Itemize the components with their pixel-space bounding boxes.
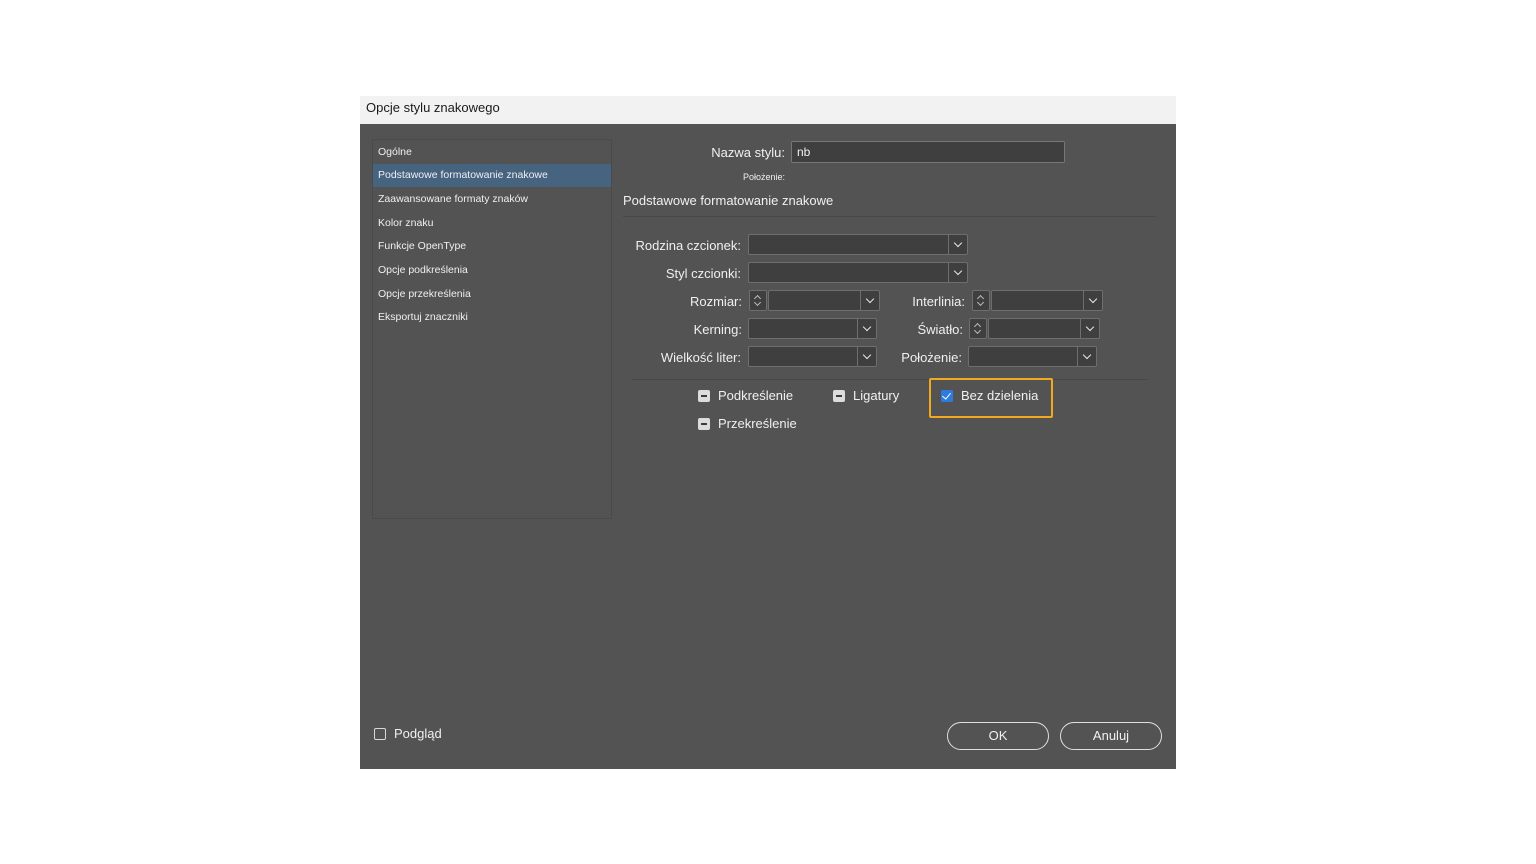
strikethrough-checkbox-label: Przekreślenie: [718, 416, 797, 431]
tracking-label: Światło:: [917, 322, 963, 337]
sidebar-item-advanced-character-formats[interactable]: Zaawansowane formaty znaków: [373, 188, 611, 211]
sidebar-item-export-tagging[interactable]: Eksportuj znaczniki: [373, 306, 611, 329]
font-style-dropdown-button[interactable]: [948, 263, 967, 282]
tracking-dropdown-button[interactable]: [1080, 319, 1099, 338]
size-dropdown[interactable]: [768, 290, 880, 311]
kerning-dropdown[interactable]: [748, 318, 877, 339]
style-name-label: Nazwa stylu:: [711, 145, 785, 160]
sidebar-item-character-color[interactable]: Kolor znaku: [373, 212, 611, 235]
leading-label: Interlinia:: [912, 294, 965, 309]
position-label: Położenie:: [901, 350, 962, 365]
arrow-down-icon: [973, 326, 982, 335]
font-family-label: Rodzina czcionek:: [635, 238, 742, 253]
preview-checkbox-label: Podgląd: [394, 726, 442, 741]
tracking-dropdown[interactable]: [988, 318, 1100, 339]
checkbox-divider: [632, 379, 1147, 380]
checkbox-indeterminate-icon: [698, 418, 710, 430]
kerning-dropdown-button[interactable]: [857, 319, 876, 338]
leading-stepper[interactable]: [972, 290, 990, 311]
sidebar-nav: Ogólne Podstawowe formatowanie znakowe Z…: [372, 139, 612, 519]
font-style-label: Styl czcionki:: [665, 266, 741, 281]
sidebar-item-basic-character-formats[interactable]: Podstawowe formatowanie znakowe: [373, 164, 611, 187]
style-name-input[interactable]: nb: [791, 141, 1065, 163]
sidebar-item-underline-options[interactable]: Opcje podkreślenia: [373, 259, 611, 282]
strikethrough-checkbox[interactable]: Przekreślenie: [698, 415, 818, 433]
checkbox-indeterminate-icon: [698, 390, 710, 402]
ok-button[interactable]: OK: [947, 722, 1049, 750]
chevron-down-icon: [1088, 294, 1098, 304]
chevron-down-icon: [862, 322, 872, 332]
chevron-down-icon: [862, 350, 872, 360]
case-label: Wielkość liter:: [660, 350, 741, 365]
case-dropdown-button[interactable]: [857, 347, 876, 366]
sidebar-item-opentype-features[interactable]: Funkcje OpenType: [373, 235, 611, 258]
chevron-down-icon: [865, 294, 875, 304]
sidebar-item-strikethrough-options[interactable]: Opcje przekreślenia: [373, 283, 611, 306]
section-title: Podstawowe formatowanie znakowe: [623, 193, 834, 208]
case-dropdown[interactable]: [748, 346, 877, 367]
sidebar-item-general[interactable]: Ogólne: [373, 141, 611, 164]
size-stepper[interactable]: [749, 290, 767, 311]
dialog-title: Opcje stylu znakowego: [360, 96, 1176, 124]
no-break-checkbox-label: Bez dzielenia: [961, 388, 1039, 403]
arrow-down-icon: [976, 298, 985, 307]
leading-dropdown-button[interactable]: [1083, 291, 1102, 310]
checkbox-unchecked-icon: [374, 728, 386, 740]
ligatures-checkbox-label: Ligatury: [853, 388, 900, 403]
chevron-down-icon: [1082, 350, 1092, 360]
size-label: Rozmiar:: [689, 294, 742, 309]
position-dropdown-button[interactable]: [1077, 347, 1096, 366]
underline-checkbox[interactable]: Podkreślenie: [698, 387, 818, 405]
preview-checkbox[interactable]: Podgląd: [374, 725, 464, 743]
chevron-down-icon: [953, 238, 963, 248]
position-dropdown[interactable]: [968, 346, 1097, 367]
no-break-checkbox[interactable]: Bez dzielenia: [941, 387, 1046, 405]
chevron-down-icon: [1085, 322, 1095, 332]
font-style-dropdown[interactable]: [748, 262, 968, 283]
font-family-dropdown[interactable]: [748, 234, 968, 255]
chevron-down-icon: [953, 266, 963, 276]
underline-checkbox-label: Podkreślenie: [718, 388, 794, 403]
size-dropdown-button[interactable]: [860, 291, 879, 310]
cancel-button[interactable]: Anuluj: [1060, 722, 1162, 750]
character-style-options-dialog: Opcje stylu znakowego Ogólne Podstawowe …: [360, 96, 1176, 769]
checkbox-checked-icon: [941, 390, 953, 402]
kerning-label: Kerning:: [693, 322, 742, 337]
position-caption: Położenie:: [742, 172, 785, 182]
font-family-dropdown-button[interactable]: [948, 235, 967, 254]
leading-dropdown[interactable]: [991, 290, 1103, 311]
arrow-down-icon: [753, 298, 762, 307]
tracking-stepper[interactable]: [969, 318, 987, 339]
section-divider: [623, 216, 1156, 217]
checkbox-indeterminate-icon: [833, 390, 845, 402]
ligatures-checkbox[interactable]: Ligatury: [833, 387, 923, 405]
